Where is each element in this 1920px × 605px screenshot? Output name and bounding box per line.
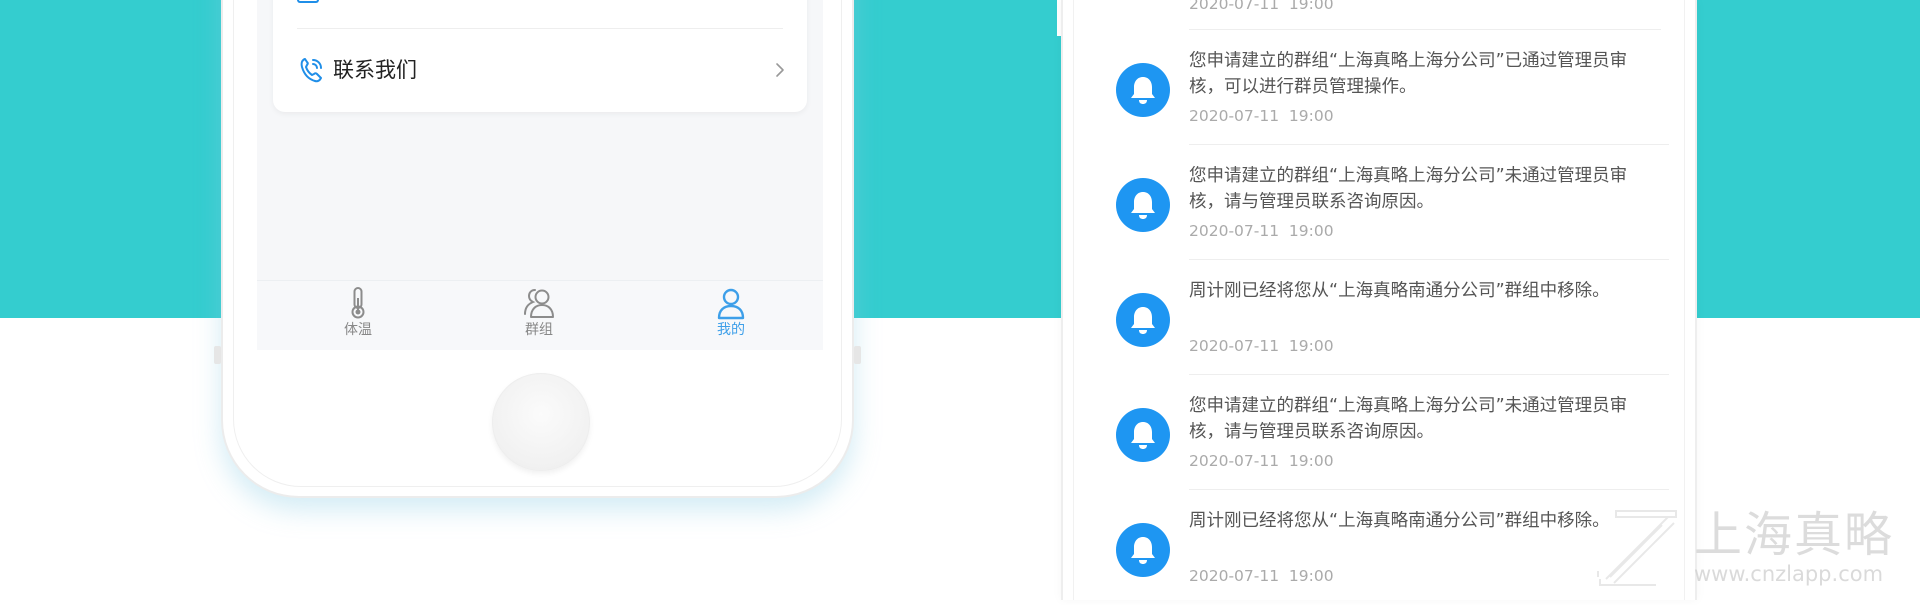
bell-icon xyxy=(1116,63,1170,117)
message-text: 周计刚已经将您从“上海真略南通分公司”群组中移除。 xyxy=(1189,281,1610,301)
bell-icon xyxy=(1116,408,1170,462)
message-text: 周计刚已经将您从“上海真略南通分公司”群组中移除。 xyxy=(1189,511,1610,531)
tab-mine[interactable]: 我的 xyxy=(686,286,776,348)
watermark-name: 上海真略 xyxy=(1694,507,1895,563)
person-icon xyxy=(717,288,745,320)
message-time: 2020-07-11 19:00 xyxy=(1189,222,1334,240)
bell-icon xyxy=(1116,293,1170,347)
message-item[interactable]: 周计刚已经将您从“上海真略南通分公司”群组中移除。 2020-07-11 19:… xyxy=(1061,490,1693,605)
phone-icon xyxy=(300,58,322,83)
message-time: 2020-07-11 19:00 xyxy=(1189,452,1334,470)
profile-menu-card: 联系我们 xyxy=(273,0,807,112)
chevron-right-icon xyxy=(776,63,784,77)
bell-icon xyxy=(1116,523,1170,577)
phone-side-button-left xyxy=(214,346,221,364)
menu-item-label: 联系我们 xyxy=(333,58,417,82)
message-item[interactable]: 周计刚已经将您从“上海真略南通分公司”群组中移除。 2020-07-11 19:… xyxy=(1061,260,1693,375)
message-text: 您申请建立的群组“上海真略上海分公司”未通过管理员审核，请与管理员联系咨询原因。 xyxy=(1189,396,1628,442)
bell-icon xyxy=(1116,178,1170,232)
tab-label: 体温 xyxy=(344,322,372,338)
tab-label: 群组 xyxy=(525,322,553,338)
tab-temperature[interactable]: 体温 xyxy=(313,286,403,348)
group-icon xyxy=(524,289,554,318)
message-time: 2020-07-11 19:00 xyxy=(1189,107,1334,125)
message-item[interactable]: 您申请建立的群组“上海真略上海分公司”未通过管理员审核，请与管理员联系咨询原因。… xyxy=(1061,375,1693,490)
message-time: 2020-07-11 19:00 xyxy=(1189,337,1334,355)
message-text: 您申请建立的群组“上海真略上海分公司”未通过管理员审核，请与管理员联系咨询原因。 xyxy=(1189,166,1628,212)
menu-item-contact-us[interactable]: 联系我们 xyxy=(273,29,807,111)
tab-label: 我的 xyxy=(717,322,745,338)
partial-menu-icon xyxy=(297,0,319,3)
message-item[interactable]: 您申请建立的群组“上海真略上海分公司”未通过管理员审核，请与管理员联系咨询原因。… xyxy=(1061,145,1693,260)
message-item[interactable]: 您申请建立的群组“上海真略上海分公司”已通过管理员审核，可以进行群员管理操作。 … xyxy=(1061,30,1693,145)
watermark-url: www.cnzlapp.com xyxy=(1694,562,1884,586)
message-time-partial: 2020-07-11 19:00 xyxy=(1189,0,1334,13)
thermometer-icon xyxy=(351,287,365,319)
left-phone-mockup: 联系我们 xyxy=(214,0,861,498)
message-text: 您申请建立的群组“上海真略上海分公司”已通过管理员审核，可以进行群员管理操作。 xyxy=(1189,51,1628,97)
message-time: 2020-07-11 19:00 xyxy=(1189,567,1334,585)
phone-side-button-right xyxy=(854,346,861,364)
tab-group[interactable]: 群组 xyxy=(494,286,584,348)
home-button[interactable] xyxy=(492,373,590,471)
